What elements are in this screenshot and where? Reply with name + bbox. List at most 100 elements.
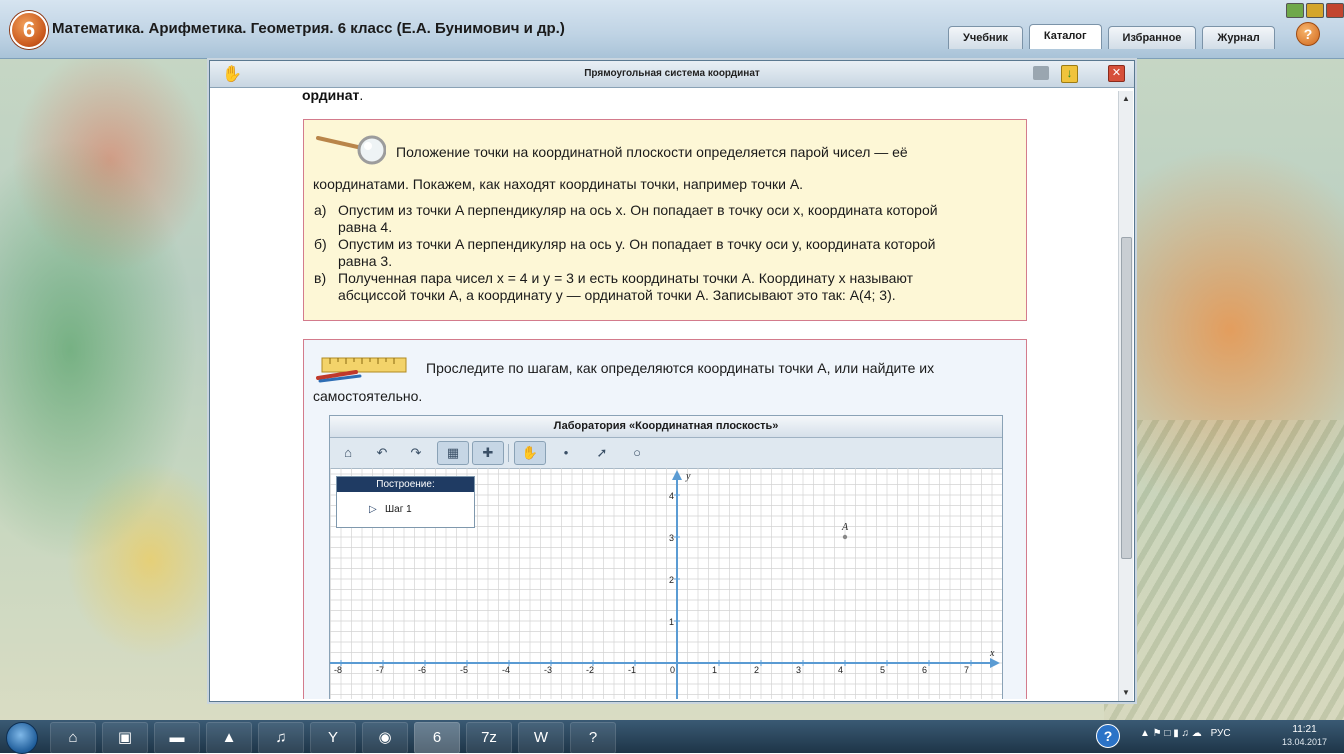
tray-help-icon[interactable]: ? [1096, 724, 1120, 748]
info-list: а) Опустим из точки A перпендикуляр на о… [314, 202, 1014, 304]
build-panel: Построение: ▷ Шаг 1 [336, 476, 475, 528]
top-word: ординат. [302, 87, 364, 103]
app-logo: 6 [10, 11, 48, 49]
list-item: б) Опустим из точки A перпендикуляр на о… [314, 236, 936, 269]
x-tick-label: -1 [628, 665, 636, 675]
clock[interactable]: 11:21 13.04.2017 [1282, 724, 1327, 748]
language-indicator[interactable]: РУС [1211, 728, 1231, 739]
clock-date: 13.04.2017 [1282, 737, 1328, 747]
coordinate-plot[interactable]: x y -8 -7 -6 -5 -4 -3 -2 -1 0 1 2 3 4 5 6 7 1 2 3 4 A Построен… [330, 468, 1002, 699]
info-paragraph-line1: Положение точки на координатной плоскост… [396, 144, 908, 160]
pan-hand-icon[interactable]: ✋ [514, 441, 546, 465]
redo-icon[interactable]: ↷ [402, 441, 430, 465]
segment-tool-icon[interactable]: ➚ [588, 441, 616, 465]
monitor-app-icon[interactable]: ▣ [102, 722, 148, 754]
scroll-down-arrow-icon[interactable]: ▼ [1119, 687, 1133, 699]
system-tray: ▲ ⚑ □ ▮ ♫ ☁ РУС [1140, 728, 1231, 739]
task-paragraph-line1: Проследите по шагам, как определяются ко… [426, 360, 935, 376]
tray-icons[interactable]: ▲ ⚑ □ ▮ ♫ ☁ [1140, 728, 1202, 739]
print-icon[interactable] [1033, 66, 1049, 80]
coordinates-tool-icon[interactable]: ○ [623, 441, 651, 465]
step-label: Шаг 1 [385, 504, 412, 515]
x-tick-label: 1 [712, 665, 717, 675]
x-axis-arrow [990, 658, 1000, 668]
x-tick-label: 3 [796, 665, 801, 675]
info-paragraph-line2: координатами. Покажем, как находят коорд… [313, 176, 804, 192]
tab-favorites[interactable]: Избранное [1107, 26, 1197, 49]
x-tick-label: 4 [838, 665, 843, 675]
x-tick-label: -2 [586, 665, 594, 675]
document-content: ординат. Положение точки на координатной… [210, 87, 1116, 699]
info-box: Положение точки на координатной плоскост… [303, 119, 1027, 321]
point-a-label: A [841, 522, 849, 533]
drive-app-icon[interactable]: ▲ [206, 722, 252, 754]
y-tick-label: 4 [669, 491, 674, 501]
y-tick-label: 1 [669, 617, 674, 627]
axes-toggle-icon[interactable]: ✚ [472, 441, 504, 465]
close-window-button[interactable] [1326, 3, 1344, 18]
play-icon: ▷ [369, 504, 377, 515]
x-tick-label: -8 [334, 665, 342, 675]
x-tick-label: -6 [418, 665, 426, 675]
main-tabs: Учебник Каталог Избранное Журнал [948, 24, 1275, 49]
scroll-thumb[interactable] [1121, 237, 1132, 559]
y-axis-arrow [672, 470, 682, 480]
help-button[interactable]: ? [1296, 22, 1320, 46]
x-tick-label: 0 [670, 665, 675, 675]
tab-catalog[interactable]: Каталог [1028, 24, 1102, 49]
x-tick-label: 7 [964, 665, 969, 675]
minimize-button[interactable] [1286, 3, 1304, 18]
document-window: ✋ Прямоугольная система координат ↓ ✕ ор… [209, 60, 1135, 702]
vertical-scrollbar[interactable]: ▲ ▼ [1118, 91, 1133, 701]
magnifier-icon [316, 135, 386, 165]
close-document-button[interactable]: ✕ [1108, 65, 1125, 82]
lab-toolbar: ⌂ ↶ ↷ ▦ ✚ ✋ • ➚ ○ [330, 438, 1002, 469]
document-title: Прямоугольная система координат [584, 68, 760, 79]
undo-icon[interactable]: ↶ [368, 441, 396, 465]
task-box: Проследите по шагам, как определяются ко… [303, 339, 1027, 699]
taskbar: ⌂ ▣ ▬ ▲ ♫ Y ◉ 6 7z W ? ? ▲ ⚑ □ ▮ ♫ ☁ РУС… [0, 720, 1344, 754]
tab-journal[interactable]: Журнал [1202, 26, 1275, 49]
scroll-up-arrow-icon[interactable]: ▲ [1119, 93, 1133, 105]
x-tick-label: -3 [544, 665, 552, 675]
clock-time: 11:21 [1292, 724, 1317, 735]
archiver-app-icon[interactable]: 7z [466, 722, 512, 754]
window-controls [1286, 3, 1344, 18]
music-app-icon[interactable]: ♫ [258, 722, 304, 754]
app-title: Математика. Арифметика. Геометрия. 6 кла… [52, 20, 565, 37]
point-a [842, 534, 848, 540]
toolbar-separator [508, 444, 509, 462]
yandex-app-icon[interactable]: Y [310, 722, 356, 754]
word-app-icon[interactable]: W [518, 722, 564, 754]
x-tick-label: 6 [922, 665, 927, 675]
chrome-app-icon[interactable]: ◉ [362, 722, 408, 754]
step-button[interactable]: ▷ Шаг 1 [369, 504, 412, 515]
start-button[interactable] [6, 722, 38, 754]
folder-app-icon[interactable]: ▬ [154, 722, 200, 754]
app-title-bar: 6 Математика. Арифметика. Геометрия. 6 к… [0, 0, 1344, 59]
x-tick-label: 5 [880, 665, 885, 675]
build-panel-header: Построение: [337, 477, 474, 492]
tab-textbook[interactable]: Учебник [948, 26, 1023, 49]
grid-toggle-icon[interactable]: ▦ [437, 441, 469, 465]
list-item: в) Полученная пара чисел x = 4 и y = 3 и… [314, 270, 914, 303]
x-axis-label: x [989, 648, 995, 659]
coordinate-lab: Лаборатория «Координатная плоскость» ⌂ ↶… [329, 415, 1003, 699]
y-tick-label: 3 [669, 533, 674, 543]
x-tick-label: -5 [460, 665, 468, 675]
x-tick-label: -7 [376, 665, 384, 675]
x-tick-label: -4 [502, 665, 510, 675]
home-icon[interactable]: ⌂ [334, 441, 362, 465]
help-app-icon[interactable]: ? [570, 722, 616, 754]
list-item: а) Опустим из точки A перпендикуляр на о… [314, 202, 938, 235]
math-app-icon[interactable]: 6 [414, 722, 460, 754]
document-title-bar: ✋ Прямоугольная система координат ↓ ✕ [210, 61, 1134, 88]
lab-title: Лаборатория «Координатная плоскость» [330, 416, 1002, 438]
y-tick-label: 2 [669, 575, 674, 585]
point-tool-icon[interactable]: • [552, 441, 580, 465]
home-app-icon[interactable]: ⌂ [50, 722, 96, 754]
ruler-icon [316, 357, 407, 383]
download-icon[interactable]: ↓ [1061, 65, 1078, 83]
maximize-button[interactable] [1306, 3, 1324, 18]
y-axis-label: y [685, 471, 691, 482]
